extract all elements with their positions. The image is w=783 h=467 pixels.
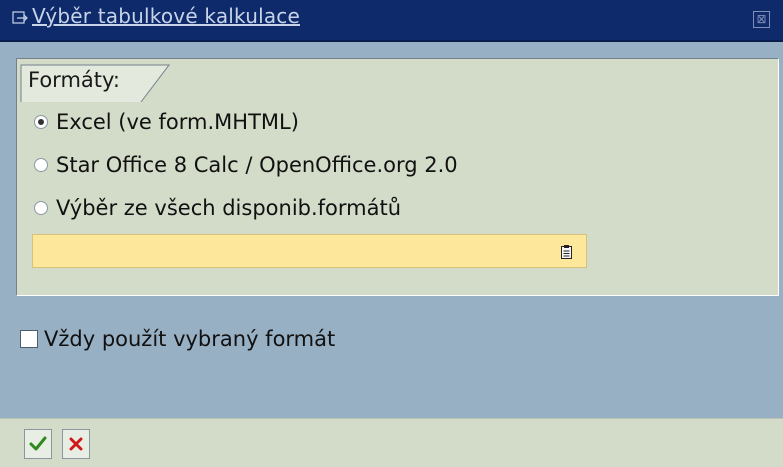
- cancel-button[interactable]: [62, 429, 90, 459]
- radio-option-all-formats[interactable]: Výběr ze všech disponib.formátů: [34, 192, 401, 224]
- close-icon[interactable]: ⊠: [753, 11, 770, 28]
- always-use-label: Vždy použít vybraný formát: [44, 327, 336, 351]
- group-label: Formáty:: [28, 68, 120, 92]
- window-icon: [12, 11, 28, 24]
- value-help-icon[interactable]: [561, 245, 572, 259]
- radio-label: Excel (ve form.MHTML): [56, 110, 299, 134]
- window-title: Výběr tabulkové kalkulace: [32, 4, 300, 28]
- confirm-button[interactable]: [24, 429, 52, 459]
- red-cross-icon: [69, 437, 83, 451]
- always-use-format-row[interactable]: Vždy použít vybraný formát: [20, 323, 335, 355]
- radio-button[interactable]: [34, 115, 48, 129]
- green-check-icon: [29, 436, 47, 451]
- dialog-window: Výběr tabulkové kalkulace ⊠ Formáty: Exc…: [0, 0, 783, 467]
- radio-option-staroffice[interactable]: Star Office 8 Calc / OpenOffice.org 2.0: [34, 149, 458, 181]
- always-use-checkbox[interactable]: [20, 330, 38, 348]
- radio-button[interactable]: [34, 201, 48, 215]
- format-input[interactable]: [32, 234, 587, 268]
- title-bar: Výběr tabulkové kalkulace ⊠: [0, 0, 783, 42]
- button-bar: [0, 418, 783, 467]
- radio-button[interactable]: [34, 158, 48, 172]
- radio-label: Výběr ze všech disponib.formátů: [56, 196, 402, 220]
- radio-label: Star Office 8 Calc / OpenOffice.org 2.0: [56, 153, 458, 177]
- radio-option-excel[interactable]: Excel (ve form.MHTML): [34, 106, 299, 138]
